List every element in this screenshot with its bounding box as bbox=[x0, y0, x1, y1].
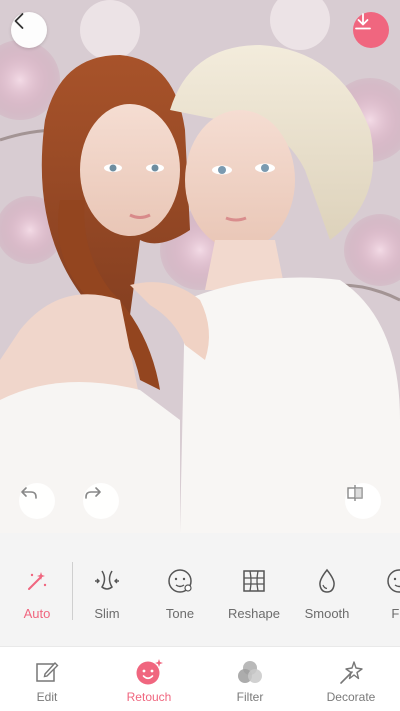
tool-label: Slim bbox=[94, 606, 120, 621]
nav-edit[interactable]: Edit bbox=[0, 647, 97, 711]
nav-decorate[interactable]: Decorate bbox=[301, 647, 400, 711]
compare-icon bbox=[347, 485, 363, 501]
portrait-photo bbox=[0, 0, 400, 533]
tool-face[interactable]: Fir bbox=[362, 567, 400, 627]
back-button[interactable] bbox=[11, 12, 47, 48]
tool-reshape[interactable]: Reshape bbox=[217, 567, 291, 627]
download-icon bbox=[355, 13, 371, 30]
tool-slim[interactable]: Slim bbox=[70, 567, 144, 627]
nav-label: Filter bbox=[236, 690, 264, 704]
download-button[interactable] bbox=[353, 12, 389, 48]
chevron-left-icon bbox=[14, 13, 24, 29]
tool-auto[interactable]: Auto bbox=[0, 567, 74, 627]
sparkle-wand-icon bbox=[340, 661, 363, 684]
nav-retouch[interactable]: Retouch bbox=[99, 647, 199, 711]
redo-button[interactable] bbox=[83, 483, 119, 519]
undo-button[interactable] bbox=[19, 483, 55, 519]
face-icon bbox=[387, 569, 400, 593]
face-tone-icon bbox=[168, 569, 192, 593]
retouch-face-icon bbox=[136, 659, 163, 685]
nav-label: Decorate bbox=[326, 690, 376, 704]
compare-button[interactable] bbox=[345, 483, 381, 519]
tool-label: Tone bbox=[165, 606, 195, 621]
tool-tone[interactable]: Tone bbox=[143, 567, 217, 627]
filter-circles-icon bbox=[238, 661, 262, 683]
tool-label: Fir bbox=[391, 606, 400, 621]
nav-filter[interactable]: Filter bbox=[200, 647, 300, 711]
tool-smooth[interactable]: Smooth bbox=[290, 567, 364, 627]
photo-canvas[interactable] bbox=[0, 0, 400, 533]
slim-body-icon bbox=[95, 570, 119, 590]
tool-label: Reshape bbox=[227, 606, 281, 621]
bottom-nav: Edit Retouch Filter Decorate bbox=[0, 646, 400, 711]
redo-icon bbox=[85, 487, 101, 499]
retouch-tools-bar: Auto Slim Tone Reshape Smooth F bbox=[0, 533, 400, 646]
tool-label: Smooth bbox=[304, 606, 350, 621]
smooth-drop-icon bbox=[319, 568, 335, 593]
nav-label: Edit bbox=[36, 690, 58, 704]
nav-label: Retouch bbox=[126, 690, 172, 704]
tool-label: Auto bbox=[23, 606, 51, 621]
reshape-grid-icon bbox=[243, 570, 265, 592]
magic-wand-icon bbox=[28, 572, 47, 590]
undo-icon bbox=[21, 487, 37, 499]
pencil-edit-icon bbox=[36, 661, 59, 682]
